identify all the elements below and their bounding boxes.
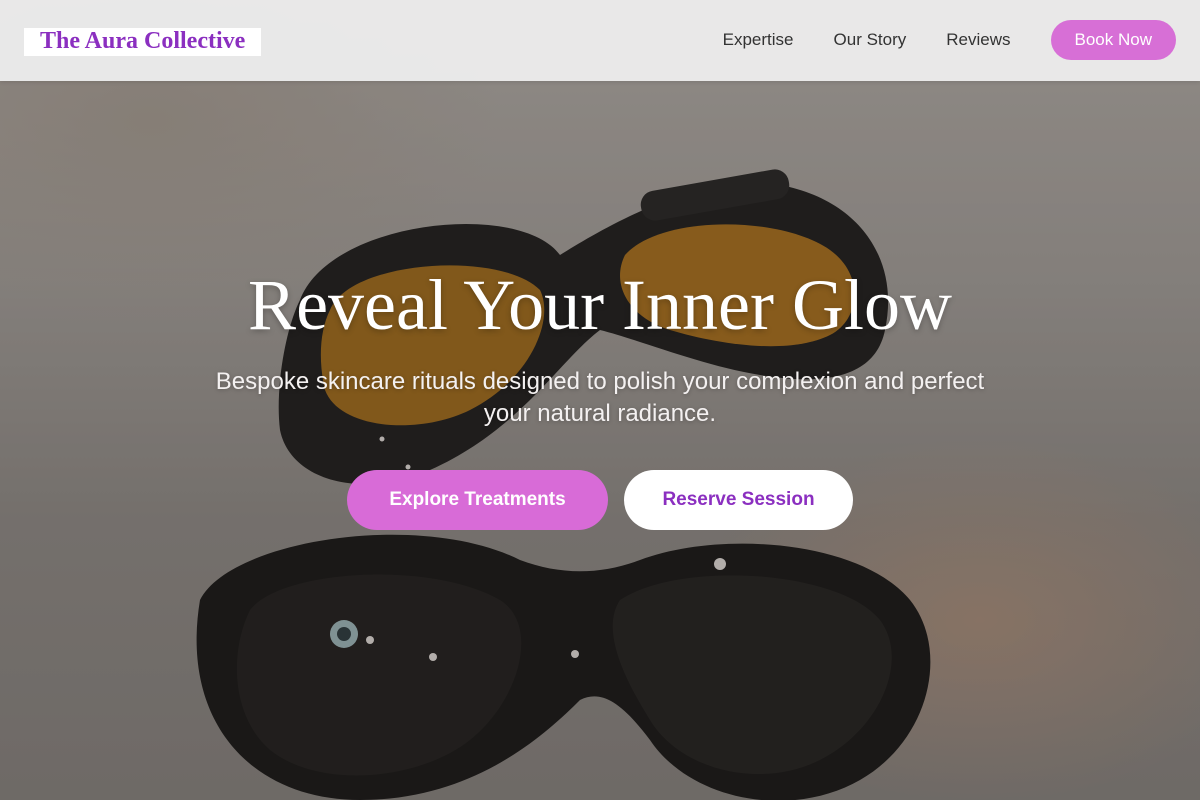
nav-link-expertise[interactable]: Expertise xyxy=(723,30,794,50)
explore-treatments-button[interactable]: Explore Treatments xyxy=(347,470,608,530)
site-header: The Aura Collective Expertise Our Story … xyxy=(0,0,1200,81)
hero-section: Reveal Your Inner Glow Bespoke skincare … xyxy=(0,0,1200,800)
nav-link-reviews[interactable]: Reviews xyxy=(946,30,1010,50)
main-nav: Expertise Our Story Reviews Book Now xyxy=(723,20,1176,60)
hero-subtitle: Bespoke skincare rituals designed to pol… xyxy=(215,368,985,427)
hero-cta-group: Explore Treatments Reserve Session xyxy=(0,470,1200,530)
brand-logo-link[interactable]: The Aura Collective xyxy=(24,28,262,56)
page: The Aura Collective Expertise Our Story … xyxy=(0,0,1200,800)
book-now-button[interactable]: Book Now xyxy=(1050,20,1176,60)
reserve-session-button[interactable]: Reserve Session xyxy=(624,470,853,530)
nav-link-our-story[interactable]: Our Story xyxy=(834,30,907,50)
hero-title: Reveal Your Inner Glow xyxy=(248,265,952,345)
